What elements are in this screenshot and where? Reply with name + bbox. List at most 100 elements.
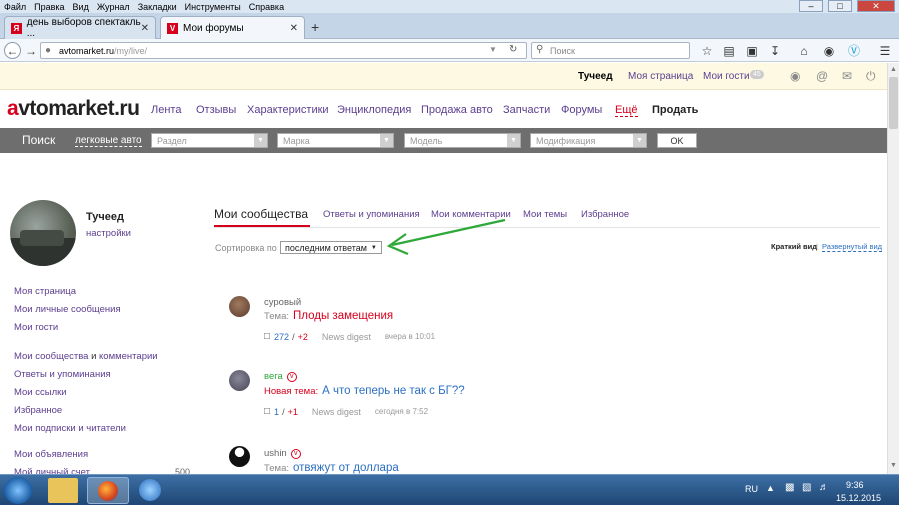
profile-settings-link[interactable]: настройки [86,228,131,239]
dropdown-icon[interactable]: ▼ [489,45,497,54]
my-guests-link[interactable]: Мои гости [703,71,750,82]
language-indicator[interactable]: RU [745,484,758,494]
home-icon[interactable]: ⌂ [795,42,813,59]
tab-inactive[interactable]: Я день выборов спектакль ... ✕ [4,16,156,39]
skype-icon[interactable]: Ⓥ [845,42,863,59]
hamburger-menu-icon[interactable]: ☰ [876,42,894,59]
firefox-taskbar-button[interactable] [87,477,129,504]
nav-feed[interactable]: Лента [151,104,181,116]
new-comments[interactable]: +1 [288,407,298,417]
power-icon[interactable]: ⏻ [866,69,876,84]
reload-icon[interactable]: ↻ [509,44,517,55]
menu-bookmarks[interactable]: Закладки [138,2,177,12]
sidebar-messages[interactable]: Мои личные сообщения [14,304,121,315]
menu-edit[interactable]: Правка [34,2,64,12]
post-section[interactable]: News digest [322,332,371,342]
close-icon[interactable]: ✕ [857,0,895,12]
download-icon[interactable]: ↧ [766,42,784,59]
chat-icon[interactable]: ◉ [820,42,838,59]
post-section[interactable]: News digest [312,407,361,417]
clock-time[interactable]: 9:36 [846,480,864,490]
tab-close-icon[interactable]: ✕ [290,23,298,34]
bookmark-star-icon[interactable]: ☆ [698,42,716,59]
tab-my-communities[interactable]: Мои сообщества [214,207,308,221]
comment-count[interactable]: 272 [274,332,289,342]
menu-file[interactable]: Файл [4,2,26,12]
section-select[interactable]: Раздел ▼ [151,133,268,148]
profile-avatar[interactable] [10,200,76,266]
post-author-avatar[interactable] [229,296,250,317]
model-select[interactable]: Модель ▼ [404,133,521,148]
sidebar-ads[interactable]: Мои объявления [14,449,88,460]
nav-reviews[interactable]: Отзывы [196,104,236,116]
new-comments[interactable]: +2 [298,332,308,342]
vehicle-type-link[interactable]: легковые авто [75,135,142,147]
menu-help[interactable]: Справка [249,2,284,12]
tab-favorites[interactable]: Избранное [581,209,629,220]
post-title-link[interactable]: А что теперь не так с БГ?? [322,385,465,397]
tab-close-icon[interactable]: ✕ [141,23,149,34]
network-icon[interactable]: ▧ [802,482,811,493]
sidebar-favorites[interactable]: Избранное [14,405,62,416]
clock-date[interactable]: 15.12.2015 [836,493,881,503]
brand-select[interactable]: Марка ▼ [277,133,394,148]
tab-my-topics[interactable]: Мои темы [523,209,567,220]
sidebar-my-page[interactable]: Моя страница [14,286,76,297]
address-bar[interactable]: ● avtomarket.ru/my/live/ ▼ ↻ [40,42,527,59]
volume-icon[interactable]: ♬ [819,482,829,493]
site-logo[interactable]: avtomarket.ru [7,97,140,121]
view-short-link[interactable]: Краткий вид [771,242,817,251]
maximize-icon[interactable]: □ [828,0,852,12]
app-icon[interactable] [139,479,161,501]
post-title-link[interactable]: отвяжут от доллара [293,462,399,474]
nav-encyclopedia[interactable]: Энциклопедия [337,104,411,116]
post-author-avatar[interactable] [229,370,250,391]
nav-parts[interactable]: Запчасти [503,104,550,116]
page-scrollbar[interactable]: ▲ ▼ [887,63,899,474]
nav-forums[interactable]: Форумы [561,104,602,116]
nav-sell[interactable]: Продать [652,104,698,116]
my-page-link[interactable]: Моя страница [628,71,693,82]
sidebar-communities[interactable]: Мои сообщества [14,351,88,362]
scroll-down-icon[interactable]: ▼ [890,462,897,469]
modification-select[interactable]: Модификация ▼ [530,133,647,148]
tray-expand-icon[interactable]: ▲ [766,483,775,493]
comment-count[interactable]: 1 [274,407,279,417]
search-ok-button[interactable]: OK [657,133,697,148]
scroll-up-icon[interactable]: ▲ [890,66,897,73]
sidebar-subscriptions[interactable]: Мои подписки и читатели [14,423,126,434]
lock-icon[interactable]: ▣ [743,42,761,59]
minimize-icon[interactable]: – [799,0,823,12]
sort-select[interactable]: последним ответам ▼ [280,241,382,254]
rss-icon[interactable]: ◉ [790,69,800,83]
nav-specs[interactable]: Характеристики [247,104,329,116]
scrollbar-thumb[interactable] [889,77,898,129]
reading-list-icon[interactable]: ▤ [720,42,738,59]
sidebar-replies[interactable]: Ответы и упоминания [14,369,111,380]
menu-view[interactable]: Вид [73,2,89,12]
forward-icon[interactable]: → [22,42,40,59]
tray-app-icon[interactable]: ▩ [785,482,794,493]
menu-history[interactable]: Журнал [97,2,130,12]
view-full-link[interactable]: Развернутый вид [822,242,883,252]
sidebar-comments[interactable]: комментарии [99,351,158,362]
at-icon[interactable]: @ [816,69,828,83]
sidebar-links[interactable]: Мои ссылки [14,387,67,398]
menu-tools[interactable]: Инструменты [185,2,241,12]
mail-icon[interactable]: ✉ [842,69,852,83]
post-author[interactable]: суровый [264,297,301,308]
file-explorer-icon[interactable] [48,478,78,503]
start-button-icon[interactable] [4,477,32,504]
post-author[interactable]: вега [264,371,283,382]
post-author-avatar[interactable] [229,446,250,467]
search-input[interactable]: ⚲ Поиск [531,42,690,59]
sidebar-guests[interactable]: Мои гости [14,322,58,333]
username-link[interactable]: Тучеед [578,71,613,82]
new-tab-icon[interactable]: + [311,19,319,35]
post-title-link[interactable]: Плоды замещения [293,310,393,322]
post-author[interactable]: ushin [264,448,287,459]
back-icon[interactable]: ← [4,42,21,59]
nav-car-sale[interactable]: Продажа авто [421,104,493,116]
nav-more[interactable]: Ещё [615,104,638,117]
tab-active[interactable]: V Мои форумы ✕ [160,16,305,39]
